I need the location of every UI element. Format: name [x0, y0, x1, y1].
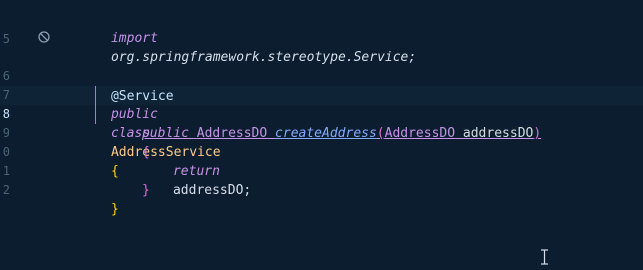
code-line-10[interactable]: 0 } — [0, 124, 643, 198]
code-line-11[interactable]: 1 } — [0, 143, 643, 217]
indent-guide — [95, 86, 96, 124]
class-close-brace: } — [110, 202, 119, 217]
method-close-brace: } — [141, 183, 150, 198]
line-number: 5 — [2, 32, 10, 46]
text-cursor-icon — [541, 249, 548, 265]
code-line-6[interactable]: 6 public class AddressService { — [0, 48, 643, 179]
code-editor[interactable]: import org.springframework.stereotype.Se… — [0, 0, 643, 270]
code-line-5[interactable]: 5 @Service — [0, 30, 643, 104]
code-line-12[interactable]: 2 — [0, 162, 643, 197]
no-entry-icon[interactable] — [38, 31, 50, 43]
return-value: addressDO; — [172, 183, 252, 198]
code-line-7[interactable]: 7 public AddressDO createAddress(Address… — [0, 67, 643, 160]
line-number: 2 — [2, 183, 10, 197]
code-line-9[interactable]: 9 return addressDO; — [0, 105, 643, 198]
code-line-8[interactable]: 8 — [0, 86, 643, 121]
code-line-import[interactable]: import org.springframework.stereotype.Se… — [0, 0, 643, 65]
